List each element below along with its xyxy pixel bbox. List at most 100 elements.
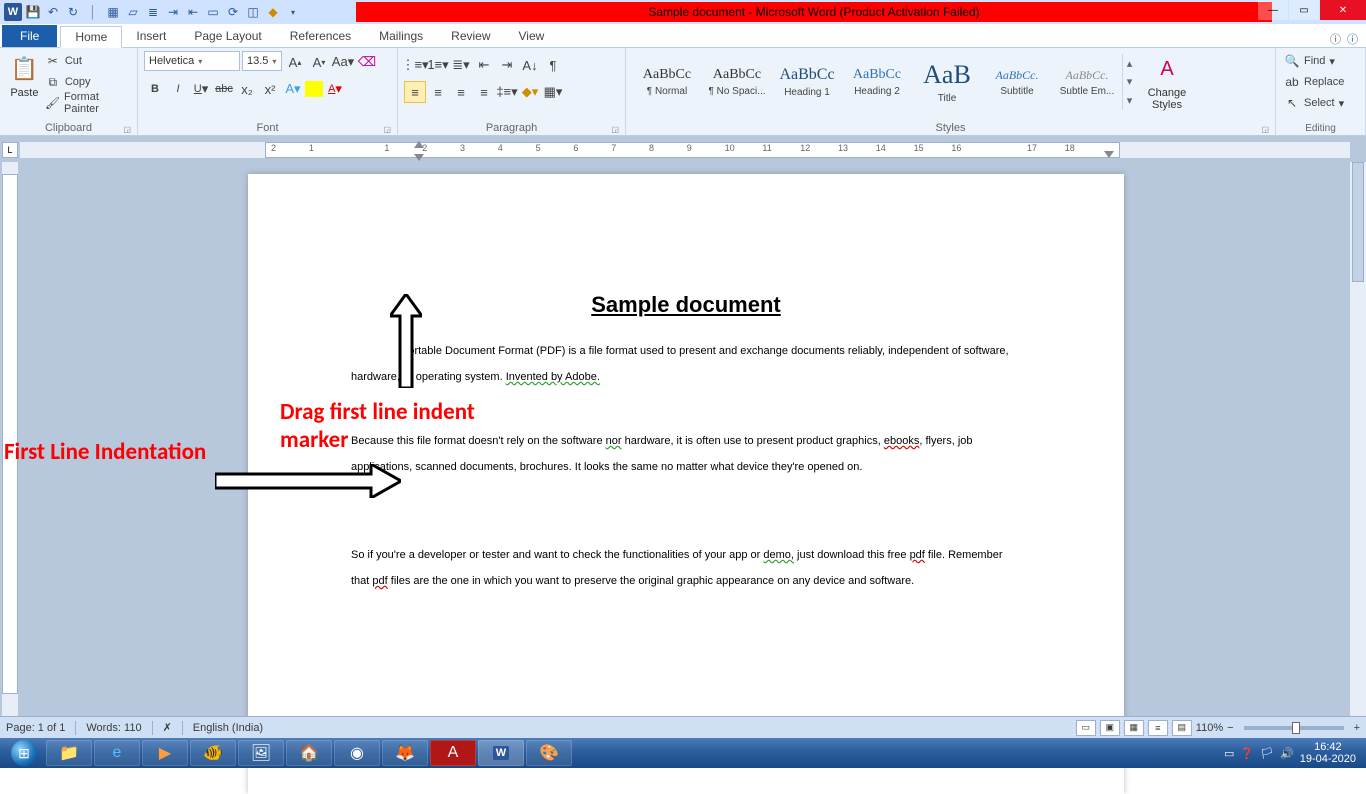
taskbar-pictures[interactable]: 🖼 bbox=[238, 740, 284, 766]
taskbar-acrobat[interactable]: A bbox=[430, 740, 476, 766]
select-button[interactable]: ↖Select ▾ bbox=[1282, 93, 1346, 113]
tab-insert[interactable]: Insert bbox=[122, 25, 180, 47]
tray-clock[interactable]: 16:4219-04-2020 bbox=[1300, 741, 1356, 765]
zoom-slider[interactable] bbox=[1244, 726, 1344, 730]
qat-more-icon[interactable]: ▾ bbox=[284, 3, 302, 21]
tray-volume-icon[interactable]: 🔊 bbox=[1280, 747, 1294, 760]
view-draft[interactable]: ▤ bbox=[1172, 720, 1192, 736]
qat-shape-icon[interactable]: ◫ bbox=[244, 3, 262, 21]
qat-bullets-icon[interactable]: ≣ bbox=[144, 3, 162, 21]
view-print-layout[interactable]: ▭ bbox=[1076, 720, 1096, 736]
right-indent-marker[interactable] bbox=[1104, 151, 1114, 158]
taskbar-paint[interactable]: 🎨 bbox=[526, 740, 572, 766]
highlight-button[interactable] bbox=[305, 81, 323, 97]
style-normal[interactable]: AaBbCc¶ Normal bbox=[632, 54, 702, 110]
tab-page-layout[interactable]: Page Layout bbox=[180, 25, 275, 47]
zoom-in-button[interactable]: + bbox=[1354, 722, 1360, 734]
taskbar-firefox[interactable]: 🦊 bbox=[382, 740, 428, 766]
dec-indent-button[interactable]: ⇤ bbox=[473, 54, 495, 76]
start-button[interactable]: ⊞ bbox=[4, 739, 44, 767]
scrollbar-thumb[interactable] bbox=[1352, 162, 1364, 282]
redo-icon[interactable]: ↻ bbox=[64, 3, 82, 21]
paste-button[interactable]: 📋 Paste bbox=[6, 51, 43, 101]
strike-button[interactable]: abc bbox=[213, 78, 235, 100]
style-heading1[interactable]: AaBbCcHeading 1 bbox=[772, 54, 842, 110]
shrink-font-button[interactable]: A▾ bbox=[308, 51, 330, 73]
dialog-launcher-icon[interactable]: ◲ bbox=[1261, 125, 1269, 134]
qat-rotate-icon[interactable]: ⟳ bbox=[224, 3, 242, 21]
grow-font-button[interactable]: A▴ bbox=[284, 51, 306, 73]
status-words[interactable]: Words: 110 bbox=[86, 722, 141, 734]
tab-view[interactable]: View bbox=[505, 25, 559, 47]
change-styles-button[interactable]: A Change Styles bbox=[1142, 51, 1192, 113]
borders-button[interactable]: ▦▾ bbox=[542, 81, 564, 103]
superscript-button[interactable]: x² bbox=[259, 78, 281, 100]
change-case-button[interactable]: Aa▾ bbox=[332, 51, 354, 73]
cut-button[interactable]: ✂Cut bbox=[43, 51, 131, 71]
qat-indent-icon[interactable]: ⇥ bbox=[164, 3, 182, 21]
tray-flag-icon[interactable]: 🏳 bbox=[1260, 747, 1274, 760]
ribbon-minimize-icon[interactable]: ⓘ bbox=[1330, 31, 1341, 47]
tab-mailings[interactable]: Mailings bbox=[365, 25, 437, 47]
taskbar-app1[interactable]: 🐠 bbox=[190, 740, 236, 766]
style-nospacing[interactable]: AaBbCc¶ No Spaci... bbox=[702, 54, 772, 110]
underline-button[interactable]: U▾ bbox=[190, 78, 212, 100]
align-right-button[interactable]: ≡ bbox=[450, 81, 472, 103]
taskbar-explorer[interactable]: 📁 bbox=[46, 740, 92, 766]
taskbar-hp[interactable]: 🏠 bbox=[286, 740, 332, 766]
align-left-button[interactable]: ≡ bbox=[404, 81, 426, 103]
tab-home[interactable]: Home bbox=[60, 26, 122, 48]
view-web[interactable]: ▦ bbox=[1124, 720, 1144, 736]
font-name-combo[interactable]: Helvetica▾ bbox=[144, 51, 240, 71]
bullets-button[interactable]: ⋮≡▾ bbox=[404, 54, 426, 76]
undo-icon[interactable]: ↶ bbox=[44, 3, 62, 21]
tray-action-center-icon[interactable]: ▭ bbox=[1224, 747, 1234, 760]
view-outline[interactable]: ≡ bbox=[1148, 720, 1168, 736]
italic-button[interactable]: I bbox=[167, 78, 189, 100]
dialog-launcher-icon[interactable]: ◲ bbox=[123, 125, 131, 134]
tab-review[interactable]: Review bbox=[437, 25, 504, 47]
style-subtle-em[interactable]: AaBbCc.Subtle Em... bbox=[1052, 54, 1122, 110]
horizontal-ruler[interactable]: 21123456789101112131415161718 bbox=[20, 142, 1350, 158]
style-gallery[interactable]: AaBbCc¶ Normal AaBbCc¶ No Spaci... AaBbC… bbox=[632, 51, 1136, 113]
text-effect-button[interactable]: A▾ bbox=[282, 78, 304, 100]
clear-format-button[interactable]: ⌫ bbox=[356, 51, 378, 73]
zoom-out-button[interactable]: − bbox=[1227, 722, 1233, 734]
ribbon-help-icon[interactable]: ⓘ bbox=[1347, 31, 1358, 47]
taskbar-word[interactable]: W bbox=[478, 740, 524, 766]
qat-grid-icon[interactable]: ▦ bbox=[104, 3, 122, 21]
style-heading2[interactable]: AaBbCcHeading 2 bbox=[842, 54, 912, 110]
font-size-combo[interactable]: 13.5▾ bbox=[242, 51, 282, 71]
close-button[interactable]: ✕ bbox=[1320, 0, 1366, 20]
format-painter-button[interactable]: 🖌Format Painter bbox=[43, 93, 131, 113]
tray-help-icon[interactable]: ❓ bbox=[1240, 747, 1254, 760]
proofing-icon[interactable]: ✗ bbox=[163, 721, 172, 734]
status-language[interactable]: English (India) bbox=[193, 722, 263, 734]
style-title[interactable]: AaBTitle bbox=[912, 54, 982, 110]
showmarks-button[interactable]: ¶ bbox=[542, 54, 564, 76]
zoom-slider-thumb[interactable] bbox=[1292, 722, 1300, 734]
inc-indent-button[interactable]: ⇥ bbox=[496, 54, 518, 76]
taskbar-chrome[interactable]: ◉ bbox=[334, 740, 380, 766]
font-color-button[interactable]: A▾ bbox=[324, 78, 346, 100]
taskbar-ie[interactable]: e bbox=[94, 740, 140, 766]
line-spacing-button[interactable]: ‡≡▾ bbox=[496, 81, 518, 103]
align-center-button[interactable]: ≡ bbox=[427, 81, 449, 103]
save-icon[interactable]: 💾 bbox=[24, 3, 42, 21]
minimize-button[interactable]: — bbox=[1258, 0, 1288, 20]
status-page[interactable]: Page: 1 of 1 bbox=[6, 722, 65, 734]
qat-outdent-icon[interactable]: ⇤ bbox=[184, 3, 202, 21]
shading-button[interactable]: ◆▾ bbox=[519, 81, 541, 103]
style-subtitle[interactable]: AaBbCc.Subtitle bbox=[982, 54, 1052, 110]
replace-button[interactable]: abReplace bbox=[1282, 72, 1346, 92]
vertical-scrollbar[interactable] bbox=[1350, 162, 1366, 722]
style-gallery-more[interactable]: ▴▾▾ bbox=[1122, 54, 1136, 110]
multilevel-button[interactable]: ≣▾ bbox=[450, 54, 472, 76]
taskbar-wmp[interactable]: ▶ bbox=[142, 740, 188, 766]
sort-button[interactable]: A↓ bbox=[519, 54, 541, 76]
file-tab[interactable]: File bbox=[2, 25, 57, 47]
numbering-button[interactable]: 1≡▾ bbox=[427, 54, 449, 76]
bold-button[interactable]: B bbox=[144, 78, 166, 100]
copy-button[interactable]: ⧉Copy bbox=[43, 72, 131, 92]
tab-references[interactable]: References bbox=[276, 25, 365, 47]
